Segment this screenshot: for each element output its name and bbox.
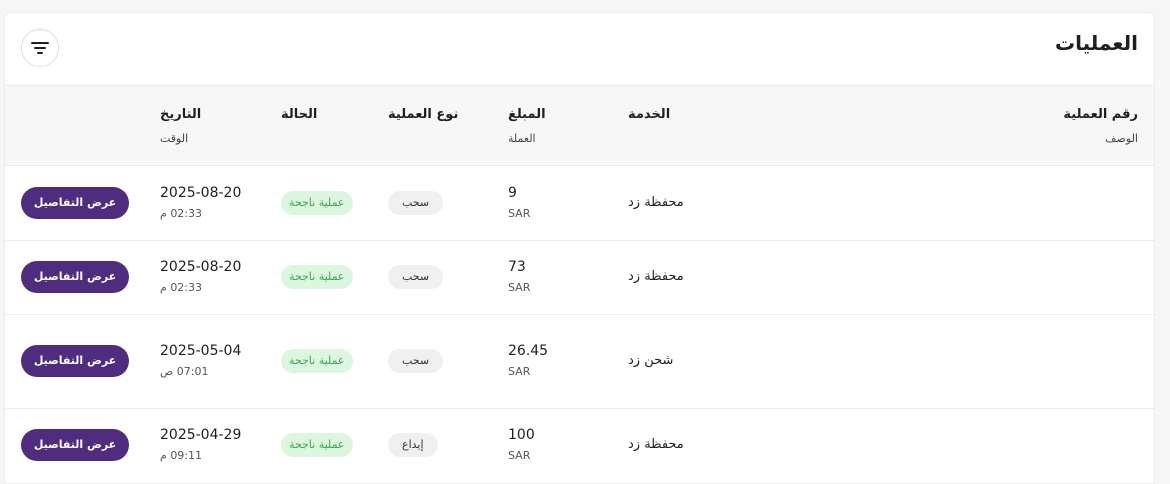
row-service: شحن زد [628, 353, 674, 368]
row-amount: 73 [508, 259, 526, 275]
row-time: 07:01 ص [160, 365, 209, 378]
row-type-badge: سحب [388, 349, 444, 373]
view-details-button[interactable]: عرض التفاصيل [21, 345, 129, 377]
row-type-badge: سحب [388, 265, 444, 289]
row-status-badge: عملية ناجحة [281, 433, 353, 457]
row-currency: SAR [508, 365, 531, 378]
row-amount: 100 [508, 427, 535, 443]
row-time: 02:33 م [160, 281, 203, 294]
table-row: محفظة زد 9 SAR سحب عملية ناجحة 2025-08-2… [5, 166, 1154, 241]
header-type: نوع العملية [388, 107, 459, 122]
row-status-badge: عملية ناجحة [281, 349, 353, 373]
row-currency: SAR [508, 207, 531, 220]
row-service: محفظة زد [628, 195, 684, 210]
row-type-badge: سحب [388, 191, 444, 215]
table-row: شحن زد 26.45 SAR سحب عملية ناجحة 2025-05… [5, 315, 1154, 409]
row-date: 2025-04-29 [160, 427, 242, 443]
header-date: التاريخ [160, 107, 202, 122]
row-currency: SAR [508, 449, 531, 462]
table-row: محفظة زد 73 SAR سحب عملية ناجحة 2025-08-… [5, 241, 1154, 315]
row-status-badge: عملية ناجحة [281, 265, 353, 289]
row-date: 2025-08-20 [160, 259, 242, 275]
transactions-card: العمليات رقم العملية الوصف الخدمة المبلغ… [4, 12, 1155, 484]
row-time: 02:33 م [160, 207, 203, 220]
table-header: رقم العملية الوصف الخدمة المبلغ العملة ن… [5, 85, 1154, 166]
header-description: الوصف [1105, 132, 1138, 145]
row-time: 09:11 م [160, 449, 203, 462]
view-details-button[interactable]: عرض التفاصيل [21, 429, 129, 461]
view-details-button[interactable]: عرض التفاصيل [21, 187, 129, 219]
header-currency: العملة [508, 132, 536, 145]
row-service: محفظة زد [628, 269, 684, 284]
header-status: الحالة [281, 107, 318, 122]
header-time: الوقت [160, 132, 189, 145]
header-service: الخدمة [628, 107, 671, 122]
page-title: العمليات [1055, 31, 1138, 55]
row-amount: 9 [508, 185, 517, 201]
row-status-badge: عملية ناجحة [281, 191, 353, 215]
filter-icon [31, 42, 49, 54]
row-date: 2025-05-04 [160, 343, 242, 359]
row-currency: SAR [508, 281, 531, 294]
row-date: 2025-08-20 [160, 185, 242, 201]
header-number: رقم العملية [1063, 107, 1138, 122]
view-details-button[interactable]: عرض التفاصيل [21, 261, 129, 293]
header-amount: المبلغ [508, 107, 546, 122]
row-type-badge: إيداع [388, 433, 438, 457]
filter-button[interactable] [21, 29, 59, 67]
row-amount: 26.45 [508, 343, 549, 359]
row-service: محفظة زد [628, 437, 684, 452]
table-row: محفظة زد 100 SAR إيداع عملية ناجحة 2025-… [5, 409, 1154, 483]
